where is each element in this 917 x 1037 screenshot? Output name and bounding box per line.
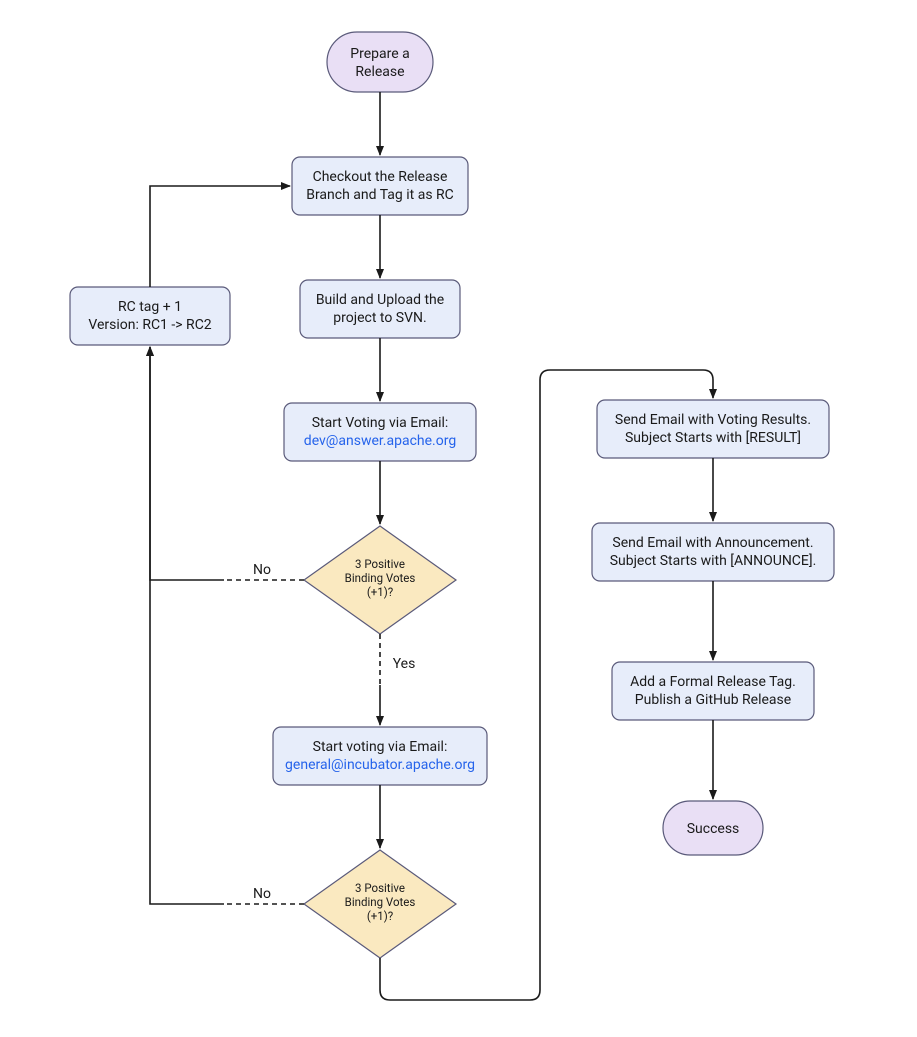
- svg-text:3 Positive: 3 Positive: [355, 881, 405, 895]
- svg-text:Start Voting via Email:: Start Voting via Email:: [312, 415, 449, 431]
- svg-text:Prepare a: Prepare a: [350, 46, 409, 62]
- svg-text:Binding Votes: Binding Votes: [345, 895, 416, 909]
- node-release-tag: Add a Formal Release Tag. Publish a GitH…: [612, 662, 814, 720]
- node-rc-bump: RC tag + 1 Version: RC1 -> RC2: [70, 287, 230, 345]
- svg-text:RC tag + 1: RC tag + 1: [118, 299, 182, 315]
- svg-text:Send Email with Announcement.: Send Email with Announcement.: [612, 535, 813, 551]
- svg-text:Binding Votes: Binding Votes: [345, 571, 416, 585]
- node-decision-1: 3 Positive Binding Votes (+1)?: [304, 526, 456, 634]
- svg-text:Version: RC1 -> RC2: Version: RC1 -> RC2: [88, 317, 211, 333]
- node-decision-2: 3 Positive Binding Votes (+1)?: [304, 850, 456, 958]
- svg-text:Subject Starts with [ANNOUNCE]: Subject Starts with [ANNOUNCE].: [610, 553, 817, 569]
- node-checkout-branch: Checkout the Release Branch and Tag it a…: [292, 157, 468, 215]
- svg-text:Release: Release: [355, 64, 404, 80]
- svg-text:Checkout the Release: Checkout the Release: [313, 169, 448, 185]
- svg-text:Success: Success: [687, 821, 740, 837]
- svg-text:3 Positive: 3 Positive: [355, 557, 405, 571]
- svg-text:(+1)?: (+1)?: [367, 909, 393, 923]
- email-link-dev[interactable]: dev@answer.apache.org: [304, 433, 456, 449]
- email-link-general[interactable]: general@incubator.apache.org: [285, 757, 475, 773]
- node-success: Success: [663, 801, 763, 855]
- flowchart-canvas: Prepare a Release Checkout the Release B…: [0, 0, 917, 1037]
- svg-text:project to SVN.: project to SVN.: [333, 310, 426, 326]
- svg-text:Build and Upload the: Build and Upload the: [316, 292, 444, 308]
- node-vote-dev: Start Voting via Email: dev@answer.apach…: [284, 403, 476, 461]
- svg-text:(+1)?: (+1)?: [367, 585, 393, 599]
- node-prepare-release: Prepare a Release: [327, 32, 433, 92]
- svg-text:Subject Starts with [RESULT]: Subject Starts with [RESULT]: [625, 430, 801, 446]
- edge: [150, 347, 224, 904]
- edge: [150, 347, 224, 580]
- node-vote-general: Start voting via Email: general@incubato…: [273, 727, 487, 785]
- edge: [150, 186, 290, 287]
- edge-label-yes: Yes: [393, 656, 416, 672]
- edge-label-no: No: [253, 562, 271, 578]
- svg-text:Branch and Tag it as RC: Branch and Tag it as RC: [306, 187, 454, 203]
- svg-text:Add a Formal Release Tag.: Add a Formal Release Tag.: [630, 674, 796, 690]
- edge-label-no: No: [253, 886, 271, 902]
- node-send-result: Send Email with Voting Results. Subject …: [597, 400, 829, 458]
- svg-text:Start voting via Email:: Start voting via Email:: [313, 739, 448, 755]
- svg-text:Publish a GitHub Release: Publish a GitHub Release: [635, 692, 791, 708]
- node-send-announce: Send Email with Announcement. Subject St…: [592, 523, 834, 581]
- svg-text:Send Email with Voting Results: Send Email with Voting Results.: [615, 412, 811, 428]
- node-build-upload: Build and Upload the project to SVN.: [300, 280, 460, 338]
